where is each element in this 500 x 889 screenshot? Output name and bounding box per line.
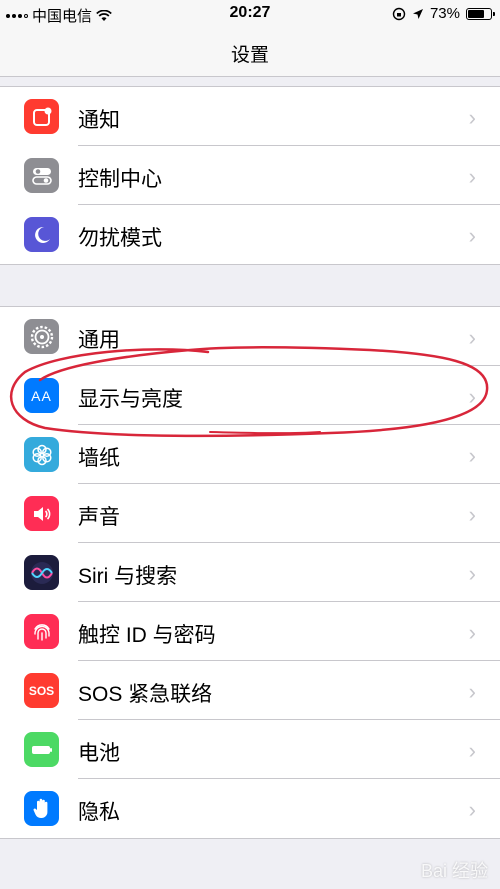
settings-row-sounds[interactable]: 声音 › <box>0 484 500 543</box>
chevron-right-icon: › <box>468 325 476 350</box>
settings-row-label: 控制中心 <box>78 168 162 191</box>
settings-group-1: 通知 › 控制中心 › 勿扰模式 › <box>0 86 500 265</box>
settings-row-do-not-disturb[interactable]: 勿扰模式 › <box>0 205 500 264</box>
moon-icon <box>24 217 59 252</box>
settings-row-label: Siri 与搜索 <box>78 565 178 588</box>
chevron-right-icon: › <box>468 561 476 586</box>
sos-icon: SOS <box>24 673 59 708</box>
battery-icon <box>24 732 59 767</box>
speaker-icon <box>24 496 59 531</box>
settings-row-label: 声音 <box>78 506 120 529</box>
settings-row-label: 触控 ID 与密码 <box>78 624 216 647</box>
settings-row-siri-search[interactable]: Siri 与搜索 › <box>0 543 500 602</box>
wallpaper-icon <box>24 437 59 472</box>
rotation-lock-icon <box>392 7 406 20</box>
settings-row-emergency-sos[interactable]: SOS SOS 紧急联络 › <box>0 661 500 720</box>
sos-icon-text: SOS <box>28 683 55 698</box>
hand-icon <box>24 791 59 826</box>
chevron-right-icon: › <box>468 223 476 248</box>
settings-row-label: SOS 紧急联络 <box>78 683 213 706</box>
settings-row-display-brightness[interactable]: AA 显示与亮度 › <box>0 366 500 425</box>
status-bar: 中国电信 20:27 73% <box>0 0 500 28</box>
settings-group-2: 通用 › AA 显示与亮度 › 墙纸 › 声音 › Siri 与搜索 › 触控 … <box>0 306 500 839</box>
chevron-right-icon: › <box>468 384 476 409</box>
gear-icon <box>24 319 59 354</box>
settings-row-label: 墙纸 <box>78 447 120 470</box>
siri-icon <box>24 555 59 590</box>
control-center-icon <box>24 158 59 193</box>
settings-row-label: 勿扰模式 <box>78 227 162 250</box>
settings-row-label: 电池 <box>78 742 120 765</box>
chevron-right-icon: › <box>468 738 476 763</box>
settings-row-privacy[interactable]: 隐私 › <box>0 779 500 838</box>
chevron-right-icon: › <box>468 443 476 468</box>
location-icon <box>412 8 423 19</box>
settings-row-notifications[interactable]: 通知 › <box>0 87 500 146</box>
status-right: 73% <box>392 5 495 22</box>
chevron-right-icon: › <box>468 105 476 130</box>
settings-row-general[interactable]: 通用 › <box>0 307 500 366</box>
chevron-right-icon: › <box>468 679 476 704</box>
chevron-right-icon: › <box>468 164 476 189</box>
settings-row-label: 通用 <box>78 329 120 352</box>
settings-row-wallpaper[interactable]: 墙纸 › <box>0 425 500 484</box>
settings-row-label: 通知 <box>78 109 120 132</box>
notification-icon <box>24 99 59 134</box>
page-title: 设置 <box>230 45 269 66</box>
settings-row-battery[interactable]: 电池 › <box>0 720 500 779</box>
chevron-right-icon: › <box>468 502 476 527</box>
battery-percent: 73% <box>429 5 460 22</box>
chevron-right-icon: › <box>468 797 476 822</box>
display-icon: AA <box>24 378 59 413</box>
chevron-right-icon: › <box>468 620 476 645</box>
fingerprint-icon <box>24 614 59 649</box>
settings-row-control-center[interactable]: 控制中心 › <box>0 146 500 205</box>
settings-row-touch-id-passcode[interactable]: 触控 ID 与密码 › <box>0 602 500 661</box>
battery-fill <box>468 9 485 18</box>
settings-row-label: 隐私 <box>78 801 120 824</box>
baidu-watermark: Bai 经验 <box>420 861 488 881</box>
settings-row-label: 显示与亮度 <box>78 388 183 411</box>
navigation-bar: 设置 <box>0 28 500 77</box>
display-icon-text: AA <box>31 387 52 404</box>
battery-indicator-icon <box>466 7 495 20</box>
